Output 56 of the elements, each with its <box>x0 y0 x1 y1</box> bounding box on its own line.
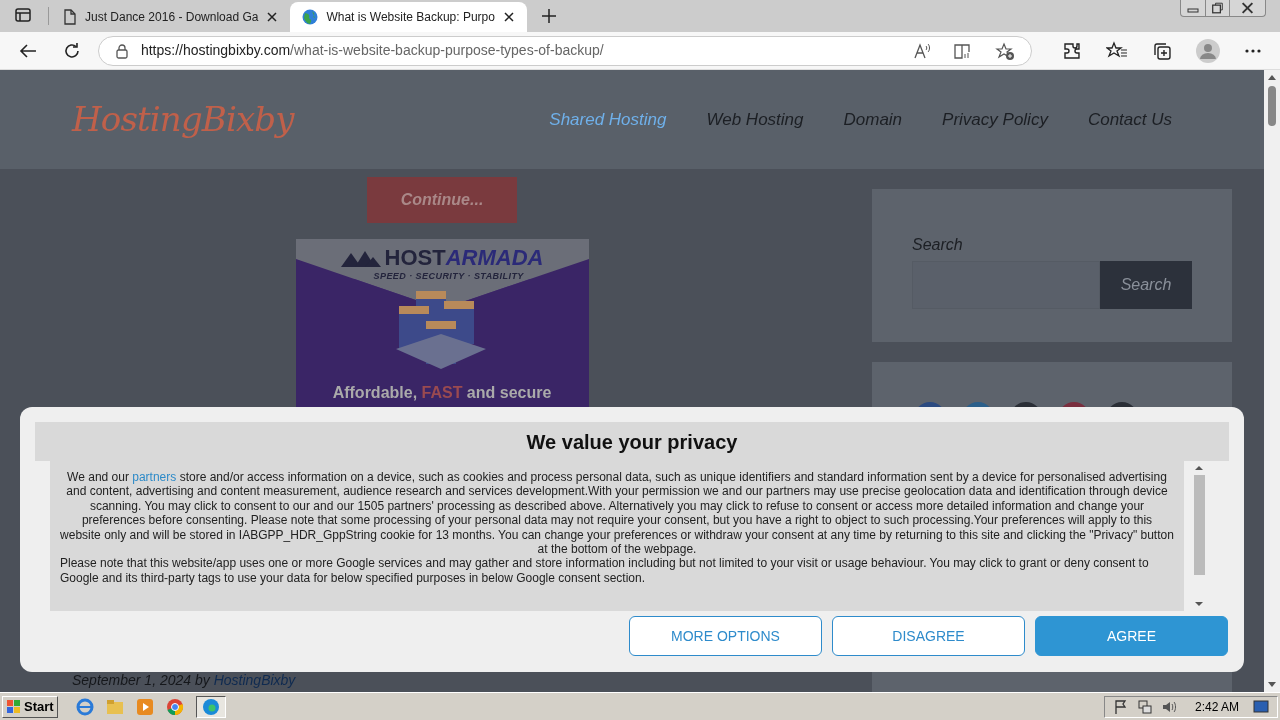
consent-text: We and our partners store and/or access information on a device, such as cookies and process personal data, such as unique identifiers and standard information sent by a device for personalised advertising and content, advertising and content measurement, audience research and services development.With your permission we and our partners may use precise geolocation data and identification through device scanning. You may click to consent to our and our 1505 partners' processing as described above. Alternatively you may click to refuse to consent or access more detailed information and change your preferences before consenting. Please note that some processing of your personal data may not require your consent, but you have a right to object to such processing.Your preferences will apply to this website only and will be stored in IABGPP_HDR_GppString cookie for 13 months. You can change your preferences or withdraw your consent at any time by returning to this site and clicking the "Privacy" button at the bottom of the webpage. <box>60 470 1174 557</box>
consent-button[interactable]: AGREE <box>1035 616 1228 656</box>
ad-tagline: SPEED · SECURITY · STABILITY <box>373 270 524 283</box>
flag-icon[interactable] <box>1112 698 1129 715</box>
media-player-icon[interactable] <box>135 697 154 716</box>
nav-link[interactable]: Domain <box>843 106 903 133</box>
windows-logo-icon <box>6 698 22 715</box>
start-button[interactable]: Start <box>2 695 58 718</box>
scrollbar-thumb[interactable] <box>1268 86 1276 126</box>
more-icon[interactable] <box>1244 47 1263 54</box>
consent-button[interactable]: MORE OPTIONS <box>629 616 822 656</box>
browser-tab[interactable]: Just Dance 2016 - Download Ga <box>51 2 291 32</box>
search-label: Search <box>912 235 964 255</box>
add-favorite-icon[interactable] <box>995 41 1016 60</box>
address-bar[interactable]: https://hostingbixby.com/what-is-website-backup-purpose-types-of-backup/ <box>97 35 1033 66</box>
browser-icon[interactable] <box>75 697 94 716</box>
post-meta: September 1, 2024 by HostingBixby <box>72 672 296 688</box>
lock-icon <box>114 42 129 59</box>
extensions-icon[interactable] <box>1062 40 1083 61</box>
ad-brand: HOSTARMADA <box>384 247 544 269</box>
scroll-down-icon[interactable] <box>1194 599 1204 609</box>
collections-icon[interactable] <box>1152 40 1173 61</box>
network-icon[interactable] <box>1136 698 1153 715</box>
close-icon[interactable] <box>502 11 515 23</box>
edge-icon <box>201 697 220 716</box>
scroll-up-icon[interactable] <box>1194 463 1204 473</box>
nav-link[interactable]: Privacy Policy <box>942 106 1048 133</box>
clock-time: 2:42 AM <box>1194 698 1239 716</box>
url-text: https://hostingbixby.com/what-is-website-backup-purpose-types-of-backup/ <box>140 41 605 60</box>
new-tab-icon[interactable] <box>540 8 557 24</box>
chrome-icon[interactable] <box>165 697 184 716</box>
close-icon[interactable] <box>266 11 279 23</box>
author-link[interactable]: HostingBixby <box>213 672 296 688</box>
tab-title: Just Dance 2016 - Download Ga <box>85 9 259 26</box>
nav-link[interactable]: Web Hosting <box>706 106 804 133</box>
tab-actions-icon[interactable] <box>14 6 32 24</box>
tab-title: What is Website Backup: Purpo <box>326 9 495 26</box>
profile-icon[interactable] <box>1196 38 1221 63</box>
scrollbar-thumb[interactable] <box>1193 475 1205 575</box>
dialog-title: We value your privacy <box>35 422 1229 461</box>
nav-link[interactable]: Contact Us <box>1087 106 1172 133</box>
google-consent-text: Please note that this website/app uses one or more Google services and may gather and store information including but not limited to your visit or usage behaviour. You may click to grant or deny consent to Google and its third-party tags to use your data for below specified purposes in below Google consent section. <box>60 556 1150 586</box>
search-button[interactable]: Search <box>1100 261 1192 309</box>
globe-icon <box>302 9 319 25</box>
logo-icon <box>340 249 381 267</box>
nav-link[interactable]: Shared Hosting <box>549 106 667 133</box>
consent-button[interactable]: DISAGREE <box>832 616 1025 656</box>
show-desktop-icon[interactable] <box>1253 699 1269 714</box>
ad-slogan: Affordable, FAST and secure <box>331 383 553 403</box>
continue-button[interactable]: Continue... <box>367 177 517 223</box>
edge-taskbar-button[interactable] <box>195 695 226 718</box>
read-aloud-icon[interactable] <box>913 41 932 60</box>
browser-tab[interactable]: What is Website Backup: Purpo <box>290 2 527 32</box>
search-field[interactable] <box>912 261 1100 309</box>
partners-link[interactable]: partners <box>132 470 177 484</box>
document-icon <box>63 9 77 25</box>
